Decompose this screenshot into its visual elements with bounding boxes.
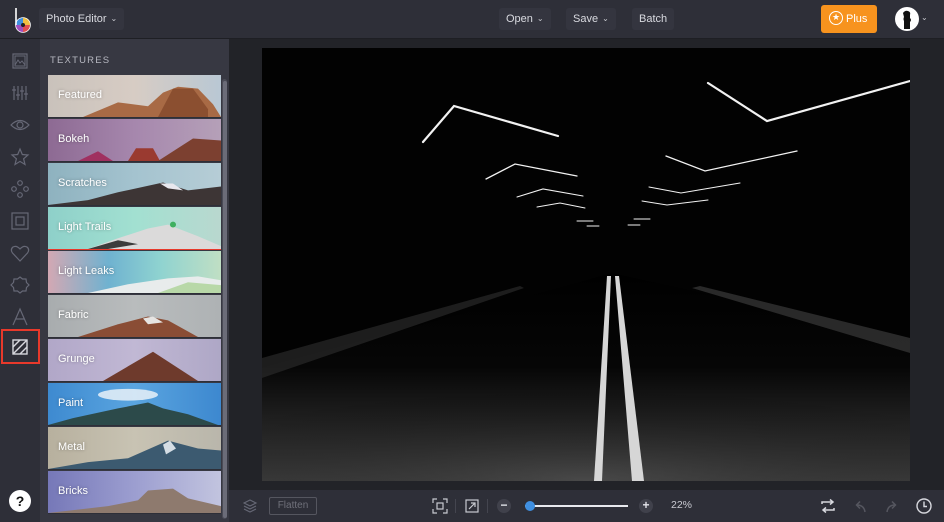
image-icon [12, 53, 28, 69]
actual-size-icon[interactable] [463, 497, 481, 515]
rail-item-graphics[interactable] [9, 178, 31, 200]
heart-icon [10, 245, 30, 262]
divider [487, 499, 488, 513]
plus-upgrade-button[interactable]: ★ Plus [821, 5, 877, 33]
zoom-out-button[interactable]: − [497, 499, 511, 513]
zoom-level: 22% [671, 499, 693, 511]
zoom-slider-track[interactable] [525, 505, 628, 507]
texture-label: Featured [58, 89, 103, 101]
user-avatar-icon [903, 10, 911, 29]
canvas-workspace [229, 39, 944, 490]
texture-list: Featured Bokeh Scratches Light Trails Li… [48, 75, 221, 522]
bottom-toolbar: Flatten − + 22% [229, 490, 944, 522]
texture-label: Metal [58, 441, 85, 453]
rail-item-image[interactable] [9, 50, 31, 72]
open-button[interactable]: Open ⌄ [499, 8, 551, 30]
rail-item-effects[interactable] [9, 114, 31, 136]
chevron-down-icon: ⌄ [602, 14, 609, 23]
texture-item-bricks[interactable]: Bricks [48, 471, 221, 514]
chevron-down-icon: ⌄ [110, 14, 118, 23]
texture-label: Paint [58, 397, 84, 409]
texture-label: Scratches [58, 177, 107, 189]
texture-label: Light Leaks [58, 265, 115, 277]
redo-icon[interactable] [883, 497, 901, 515]
texture-item-metal[interactable]: Metal [48, 427, 221, 470]
open-label: Open [506, 13, 533, 25]
star-badge-icon: ★ [829, 11, 843, 26]
zoom-in-button[interactable]: + [639, 499, 653, 513]
photo-editor-label: Photo Editor [46, 13, 107, 25]
texture-item-light-leaks[interactable]: Light Leaks [48, 251, 221, 294]
panel-title: TEXTURES [50, 55, 111, 66]
texture-label: Light Trails [58, 221, 112, 233]
rail-item-text[interactable] [9, 306, 31, 328]
chevron-down-icon[interactable]: ⌄ [921, 13, 928, 22]
rail-item-adjust[interactable] [9, 82, 31, 104]
text-icon [12, 307, 28, 326]
compare-icon[interactable] [819, 497, 837, 515]
history-clock-icon[interactable] [915, 497, 933, 515]
texture-item-paint[interactable]: Paint [48, 383, 221, 426]
texture-item-bokeh[interactable]: Bokeh [48, 119, 221, 162]
textures-panel: TEXTURES Featured Bokeh Scratches Light … [40, 39, 229, 522]
badge-icon [10, 276, 30, 294]
texture-label: Grunge [58, 353, 95, 365]
eye-icon [10, 119, 30, 131]
texture-item-light-trails[interactable]: Light Trails [48, 207, 221, 250]
texture-item-fabric[interactable]: Fabric [48, 295, 221, 338]
rail-item-textures[interactable] [9, 336, 31, 358]
sliders-icon [12, 86, 28, 100]
save-button[interactable]: Save ⌄ [566, 8, 616, 30]
frame-icon [11, 212, 29, 230]
rail-item-artsy[interactable] [9, 146, 31, 168]
flatten-label: Flatten [277, 500, 309, 511]
texture-item-scratches[interactable]: Scratches [48, 163, 221, 206]
befunky-logo[interactable] [10, 6, 32, 34]
star-icon [10, 147, 30, 166]
flatten-button[interactable]: Flatten [269, 497, 317, 515]
graphics-icon [11, 180, 29, 198]
rail-item-badges[interactable] [9, 274, 31, 296]
save-label: Save [573, 13, 599, 25]
chevron-down-icon: ⌄ [536, 14, 544, 23]
zoom-slider-thumb[interactable] [525, 501, 535, 511]
texture-label: Bricks [58, 485, 88, 497]
plus-icon: + [642, 498, 650, 512]
rail-item-frames[interactable] [9, 210, 31, 232]
tool-rail: ? [0, 39, 40, 522]
fit-to-screen-icon[interactable] [431, 497, 449, 515]
user-avatar[interactable] [895, 7, 919, 31]
batch-button[interactable]: Batch [632, 8, 675, 30]
undo-icon[interactable] [851, 497, 869, 515]
texture-item-grunge[interactable]: Grunge [48, 339, 221, 382]
photo-editor-menu[interactable]: Photo Editor ⌄ [39, 8, 125, 30]
photo-canvas[interactable] [262, 48, 910, 481]
minus-icon: − [500, 498, 508, 512]
help-button[interactable]: ? [9, 490, 31, 512]
texture-item-featured[interactable]: Featured [48, 75, 221, 118]
photo-editor-app: Photo Editor ⌄ Open ⌄ Save ⌄ Batch ★ Plus ⌄ [0, 0, 944, 522]
night-road-photo [262, 48, 910, 481]
textures-icon [12, 339, 28, 355]
batch-label: Batch [639, 13, 668, 25]
top-bar: Photo Editor ⌄ Open ⌄ Save ⌄ Batch ★ Plus ⌄ [0, 0, 944, 39]
texture-label: Bokeh [58, 133, 90, 145]
divider [455, 499, 456, 513]
plus-label: Plus [846, 13, 868, 25]
help-icon: ? [15, 493, 25, 509]
texture-label: Fabric [58, 309, 89, 321]
rail-item-favorites[interactable] [9, 242, 31, 264]
panel-scrollbar-thumb[interactable] [223, 81, 227, 518]
layers-icon[interactable] [241, 497, 259, 515]
